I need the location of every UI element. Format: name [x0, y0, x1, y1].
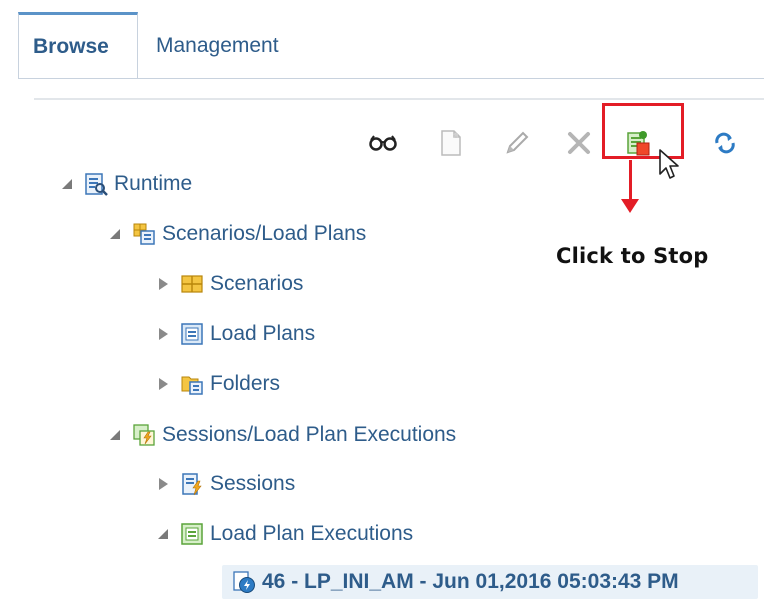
tree-node-load-plan-executions[interactable]: Load Plan Executions	[154, 519, 413, 549]
sessions-lp-executions-icon	[132, 423, 156, 447]
tab-browse[interactable]: Browse	[18, 12, 138, 78]
tree-label-folders[interactable]: Folders	[210, 372, 280, 396]
view-button[interactable]	[366, 126, 400, 160]
expanded-toggle-icon[interactable]	[58, 175, 76, 193]
collapsed-toggle-icon[interactable]	[154, 375, 172, 393]
delete-icon	[568, 132, 590, 154]
tree-node-sessions-lp-executions[interactable]: Sessions/Load Plan Executions	[106, 420, 456, 450]
tab-management[interactable]: Management	[142, 14, 293, 78]
divider	[34, 98, 764, 100]
mouse-cursor-icon	[659, 149, 679, 179]
edit-icon	[506, 131, 529, 154]
load-plan-executions-icon	[180, 522, 204, 546]
callout-label: Click to Stop	[556, 244, 709, 268]
stop-execution-icon	[627, 131, 650, 156]
tree-node-scenarios-load-plans[interactable]: Scenarios/Load Plans	[106, 219, 366, 249]
expanded-toggle-icon[interactable]	[154, 525, 172, 543]
expanded-toggle-icon[interactable]	[106, 225, 124, 243]
tree-label-runtime[interactable]: Runtime	[114, 172, 192, 196]
expanded-toggle-icon[interactable]	[106, 426, 124, 444]
delete-button[interactable]	[562, 126, 596, 160]
tree-label-load-plan-executions[interactable]: Load Plan Executions	[210, 522, 413, 546]
new-button[interactable]	[434, 126, 468, 160]
edit-button[interactable]	[500, 126, 534, 160]
scenarios-icon	[180, 272, 204, 296]
tree-node-folders[interactable]: Folders	[154, 369, 280, 399]
tree-label-sessions[interactable]: Sessions	[210, 472, 295, 496]
tab-underline	[18, 78, 764, 79]
load-plans-icon	[180, 322, 204, 346]
tree-label-scenarios-load-plans[interactable]: Scenarios/Load Plans	[162, 222, 366, 246]
folders-icon	[180, 372, 204, 396]
tree-node-scenarios[interactable]: Scenarios	[154, 269, 303, 299]
tree-label-sessions-lp-executions[interactable]: Sessions/Load Plan Executions	[162, 423, 456, 447]
view-icon	[369, 135, 397, 151]
refresh-icon	[715, 132, 735, 154]
collapsed-toggle-icon[interactable]	[154, 475, 172, 493]
tree-label-load-plans[interactable]: Load Plans	[210, 322, 315, 346]
tree-node-runtime[interactable]: Runtime	[58, 169, 192, 199]
tree-node-execution-46[interactable]: 46 - LP_INI_AM - Jun 01,2016 05:03:43 PM	[232, 567, 679, 597]
sessions-icon	[180, 472, 204, 496]
tab-bar: Browse Management	[18, 12, 764, 80]
callout-arrow-line	[629, 160, 632, 202]
tree-node-load-plans[interactable]: Load Plans	[154, 319, 315, 349]
runtime-icon	[84, 172, 108, 196]
tree-label-scenarios[interactable]: Scenarios	[210, 272, 303, 296]
callout-arrow-head	[621, 199, 639, 213]
running-execution-icon	[232, 570, 256, 594]
stop-execution-button[interactable]	[621, 126, 655, 160]
tree-node-sessions[interactable]: Sessions	[154, 469, 295, 499]
scenarios-load-plans-icon	[132, 222, 156, 246]
collapsed-toggle-icon[interactable]	[154, 275, 172, 293]
refresh-button[interactable]	[708, 126, 742, 160]
new-icon	[441, 130, 461, 156]
collapsed-toggle-icon[interactable]	[154, 325, 172, 343]
tree-label-execution-46[interactable]: 46 - LP_INI_AM - Jun 01,2016 05:03:43 PM	[262, 570, 679, 594]
